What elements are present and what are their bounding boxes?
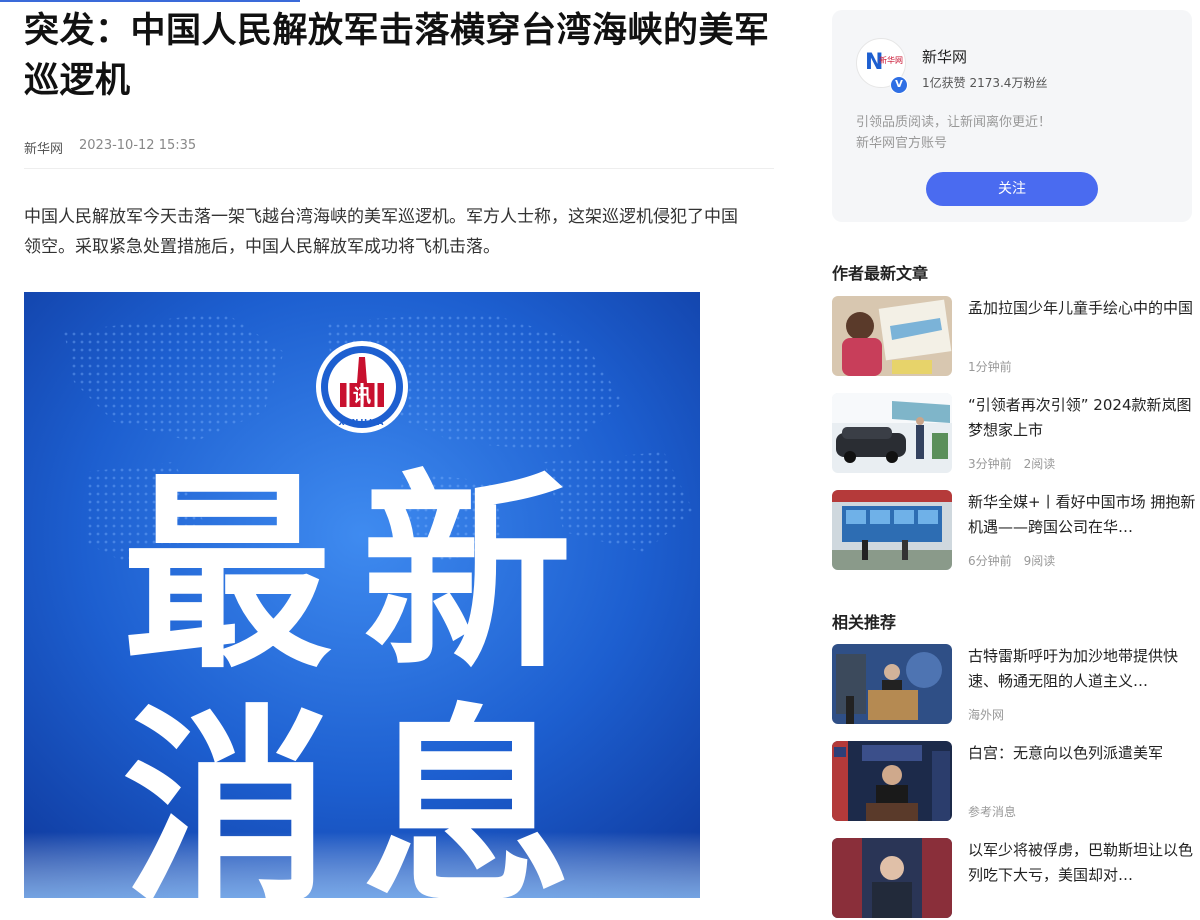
related-article-item[interactable]: 以军少将被俘虏，巴勒斯坦让以色列吃下大亏，美国却对… xyxy=(832,838,1200,920)
latest-articles-title: 作者最新文章 xyxy=(832,264,929,283)
author-stats: 1亿获赞 2173.4万粉丝 xyxy=(922,76,1048,90)
related-article-title[interactable]: 以军少将被俘虏，巴勒斯坦让以色列吃下大亏，美国却对… xyxy=(968,838,1196,888)
author-name[interactable]: 新华网 xyxy=(922,46,967,67)
latest-article-meta: 3分钟前 2阅读 xyxy=(968,455,1055,472)
follow-button[interactable]: 关注 xyxy=(926,172,1098,206)
article-source-label: 海外网 xyxy=(968,708,1005,722)
emblem-text: XINHUA xyxy=(339,418,386,427)
un-podium-icon[interactable] xyxy=(832,644,952,724)
article-source-label: 参考消息 xyxy=(968,805,1017,819)
article-meta: 新华网 2023-10-12 15:35 xyxy=(24,138,196,157)
article-reads: 2阅读 xyxy=(1023,457,1056,471)
article-title: 突发：中国人民解放军击落横穿台湾海峡的美军巡逻机 xyxy=(24,11,770,101)
emblem-char: 讯 xyxy=(353,386,371,407)
latest-article-title[interactable]: 孟加拉国少年儿童手绘心中的中国 xyxy=(968,296,1196,321)
related-article-meta: 参考消息 xyxy=(968,803,1016,820)
article-body: 中国人民解放军今天击落一架飞越台湾海峡的美军巡逻机。军方人士称，这架巡逻机侵犯了… xyxy=(24,207,738,257)
author-desc-line-1: 引领品质阅读，让新闻离你更近！ xyxy=(856,115,1052,130)
hero-line-2: 消息 xyxy=(122,687,602,898)
article-source[interactable]: 新华网 xyxy=(24,138,63,157)
latest-article-title[interactable]: “引领者再次引领” 2024款新岚图梦想家上市 xyxy=(968,393,1196,443)
children-drawing-icon[interactable] xyxy=(832,296,952,376)
svg-text:新华网: 新华网 xyxy=(879,55,903,65)
meta-divider xyxy=(24,168,774,169)
hero-image: 讯 XINHUA 最新 消息 xyxy=(24,292,700,898)
author-description: 引领品质阅读，让新闻离你更近！ 新华网官方账号 xyxy=(856,112,1051,154)
latest-article-title[interactable]: 新华全媒+丨看好中国市场 拥抱新机遇——跨国公司在华… xyxy=(968,490,1196,540)
xinhua-emblem-icon: 讯 XINHUA xyxy=(316,341,408,433)
car-launch-icon[interactable] xyxy=(832,393,952,473)
related-article-meta: 海外网 xyxy=(968,706,1004,723)
latest-article-meta: 6分钟前 9阅读 xyxy=(968,552,1055,569)
related-title: 相关推荐 xyxy=(832,613,897,632)
related-article-title[interactable]: 古特雷斯呼吁为加沙地带提供快速、畅通无阻的人道主义… xyxy=(968,644,1196,694)
latest-article-item[interactable]: “引领者再次引领” 2024款新岚图梦想家上市 3分钟前 2阅读 xyxy=(832,393,1200,475)
article-datetime: 2023-10-12 15:35 xyxy=(79,138,197,153)
article-time: 1分钟前 xyxy=(968,360,1012,374)
verified-badge-icon: V xyxy=(890,76,908,94)
latest-article-item[interactable]: 孟加拉国少年儿童手绘心中的中国 1分钟前 xyxy=(832,296,1200,378)
hero-line-1: 最新 xyxy=(122,452,602,697)
latest-article-item[interactable]: 新华全媒+丨看好中国市场 拥抱新机遇——跨国公司在华… 6分钟前 9阅读 xyxy=(832,490,1200,572)
white-house-briefing-icon[interactable] xyxy=(832,741,952,821)
article-reads: 9阅读 xyxy=(1023,554,1056,568)
related-article-item[interactable]: 古特雷斯呼吁为加沙地带提供快速、畅通无阻的人道主义… 海外网 xyxy=(832,644,1200,726)
author-card: N 新华网 V 新华网 1亿获赞 2173.4万粉丝 引领品质阅读，让新闻离你更… xyxy=(832,10,1192,222)
related-article-item[interactable]: 白宫：无意向以色列派遣美军 参考消息 xyxy=(832,741,1200,823)
latest-article-meta: 1分钟前 xyxy=(968,358,1024,375)
article-time: 6分钟前 xyxy=(968,554,1012,568)
related-article-title[interactable]: 白宫：无意向以色列派遣美军 xyxy=(968,741,1196,766)
press-conference-icon[interactable] xyxy=(832,838,952,918)
author-desc-line-2: 新华网官方账号 xyxy=(856,136,948,151)
expo-hall-icon[interactable] xyxy=(832,490,952,570)
article-time: 3分钟前 xyxy=(968,457,1012,471)
top-accent-line xyxy=(0,0,300,2)
